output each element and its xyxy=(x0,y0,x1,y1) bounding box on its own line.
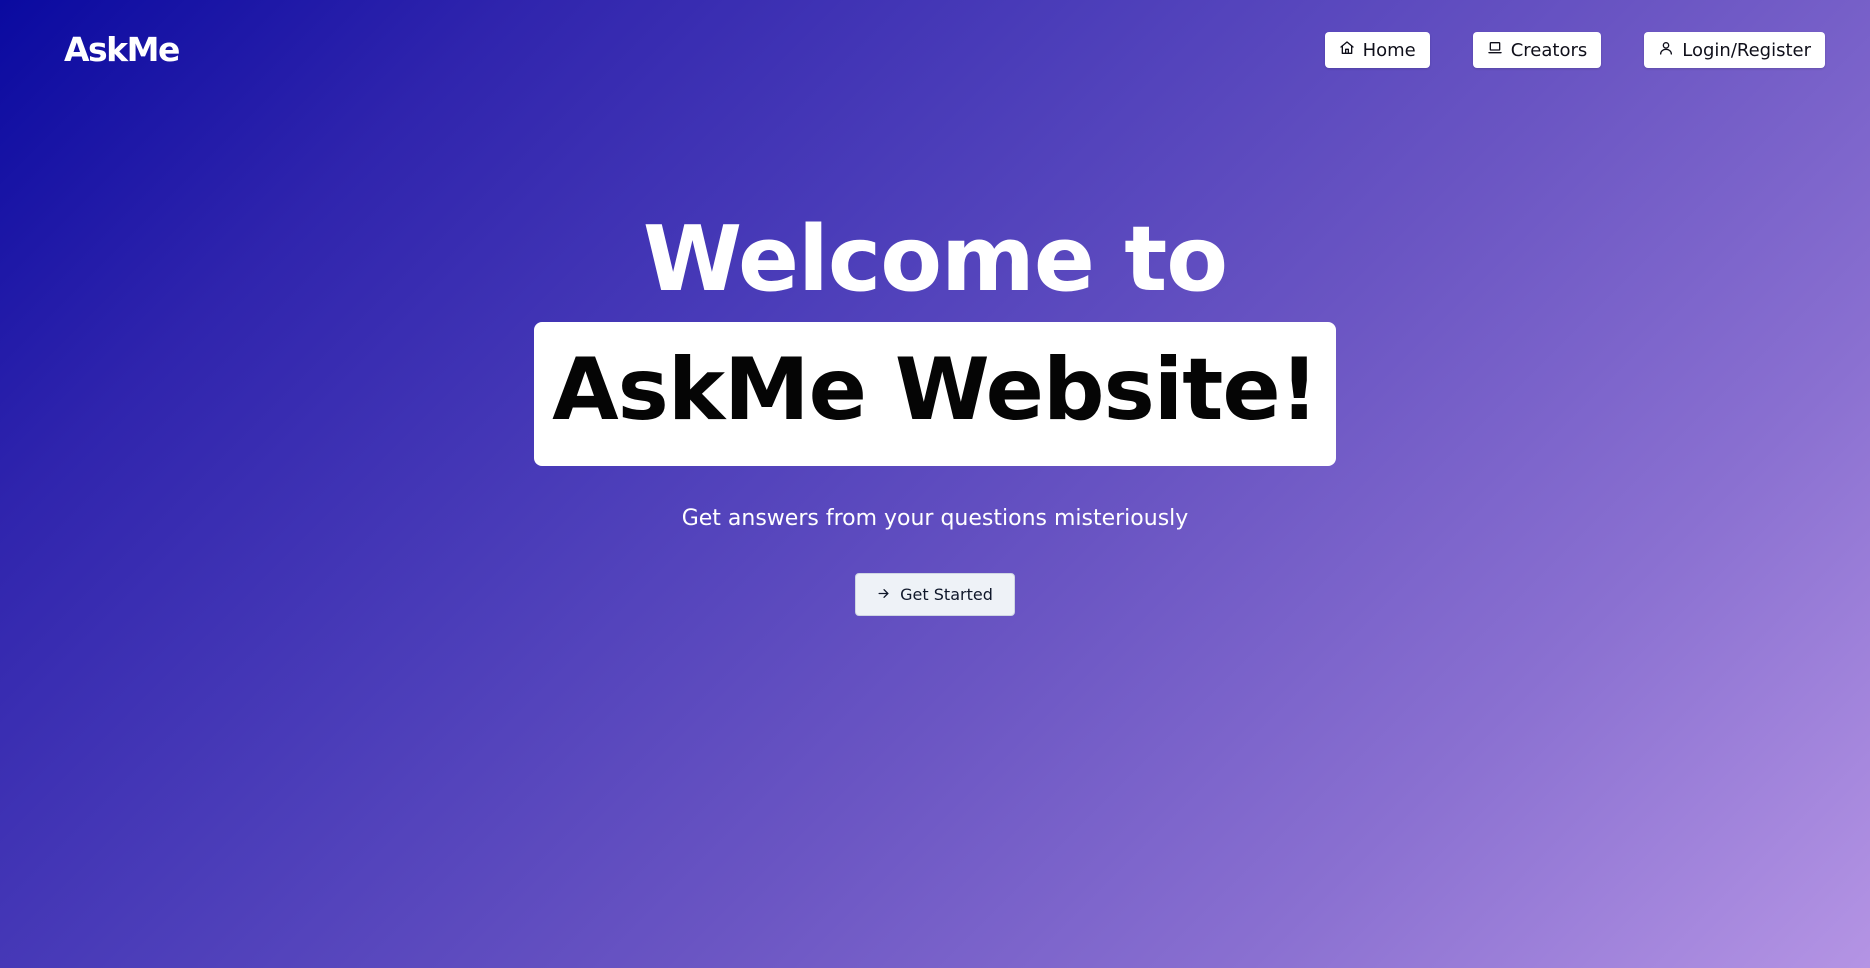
hero-section: Welcome to AskMe Website! Get answers fr… xyxy=(0,210,1870,616)
nav-login-register-label: Login/Register xyxy=(1682,39,1811,61)
top-nav: Home Creators Login/Register xyxy=(1324,32,1825,68)
site-logo[interactable]: AskMe xyxy=(64,30,180,69)
hero-title-line1: Welcome to xyxy=(642,207,1228,312)
hero-subtitle: Get answers from your questions misterio… xyxy=(681,506,1189,531)
home-icon xyxy=(1339,40,1355,61)
hero-title-line2: AskMe Website! xyxy=(552,340,1319,440)
hero-title-box: AskMe Website! xyxy=(534,322,1336,466)
nav-home-button[interactable]: Home xyxy=(1324,32,1430,68)
arrow-right-icon xyxy=(877,585,890,604)
nav-creators-button[interactable]: Creators xyxy=(1472,32,1602,68)
user-icon xyxy=(1658,40,1674,61)
nav-home-label: Home xyxy=(1362,39,1416,61)
get-started-button[interactable]: Get Started xyxy=(855,573,1015,616)
nav-creators-label: Creators xyxy=(1510,39,1588,61)
get-started-label: Get Started xyxy=(900,585,993,604)
nav-login-register-button[interactable]: Login/Register xyxy=(1644,32,1825,68)
laptop-icon xyxy=(1487,40,1503,61)
